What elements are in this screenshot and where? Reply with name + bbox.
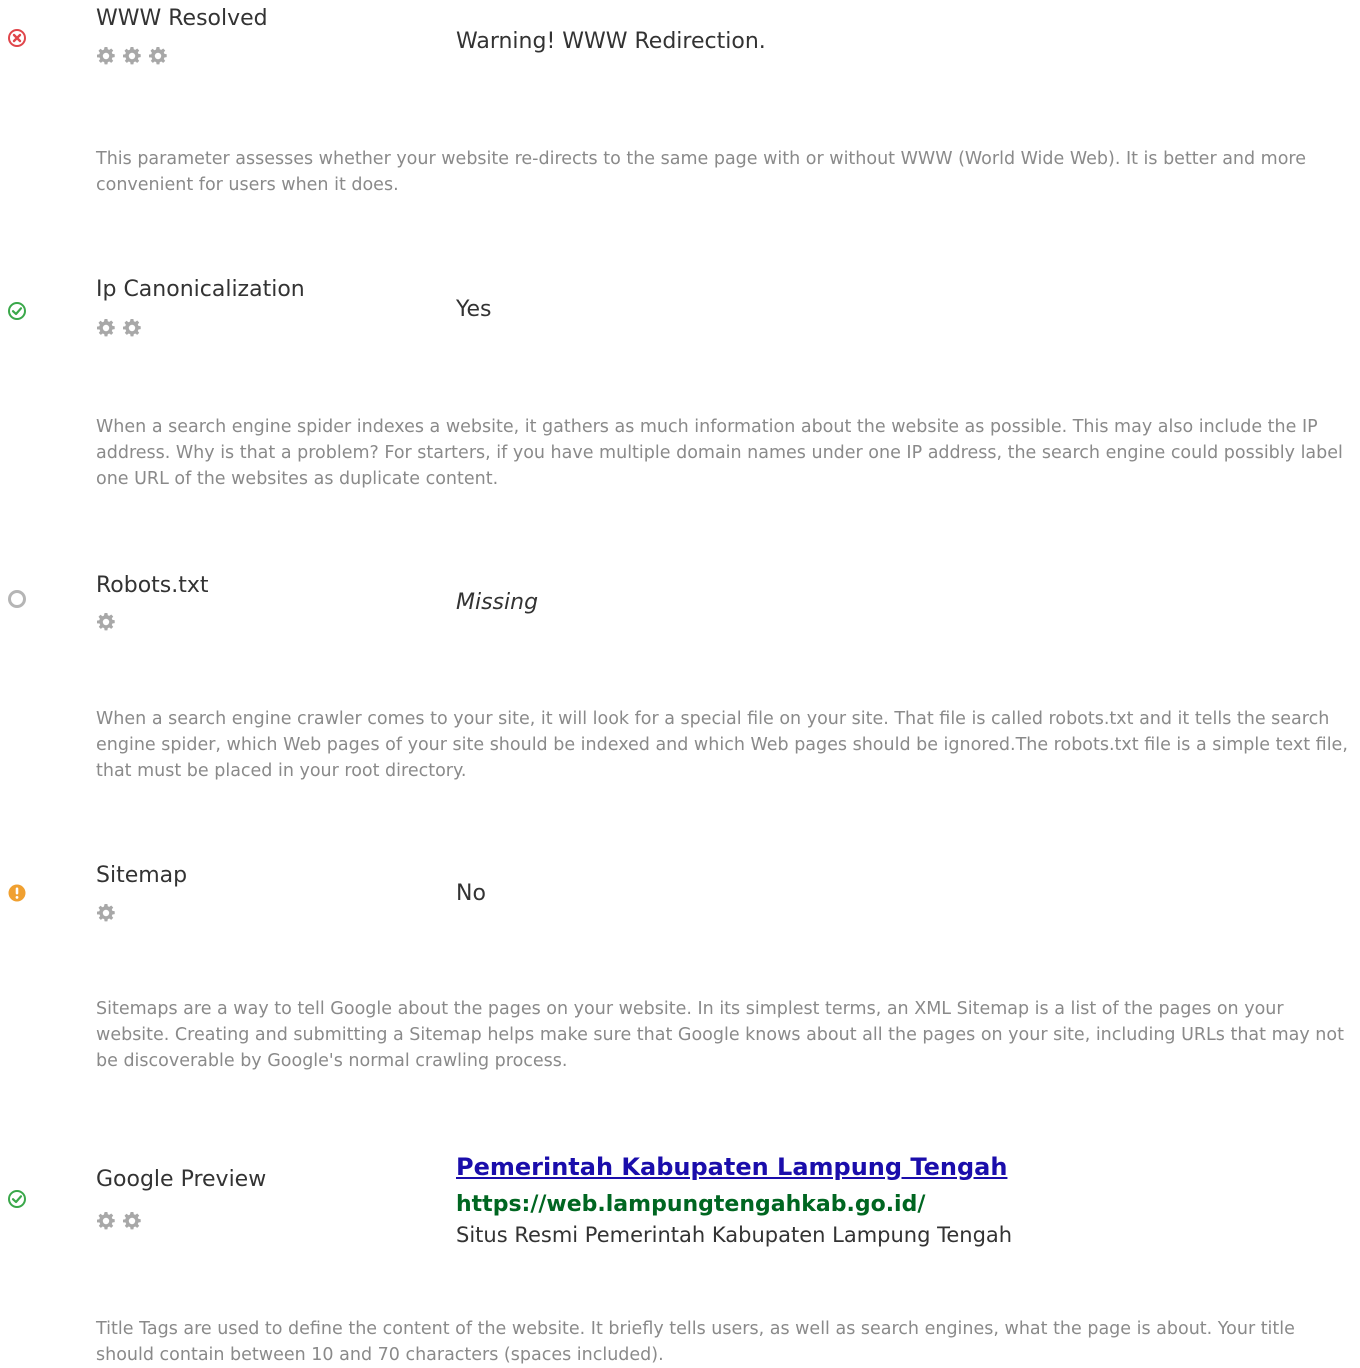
check-result: Missing bbox=[456, 590, 539, 615]
importance-rating bbox=[96, 1211, 142, 1231]
gear-icon bbox=[96, 1211, 116, 1231]
check-description: Sitemaps are a way to tell Google about … bbox=[96, 999, 1344, 1071]
check-result: No bbox=[456, 881, 486, 906]
gear-icon bbox=[148, 46, 168, 66]
check-description: When a search engine crawler comes to yo… bbox=[96, 709, 1348, 781]
check-title: Sitemap bbox=[96, 863, 188, 888]
importance-rating bbox=[96, 46, 168, 66]
check-description: Title Tags are used to define the conten… bbox=[96, 1319, 1295, 1365]
gear-icon bbox=[122, 318, 142, 338]
gear-icon bbox=[122, 1211, 142, 1231]
check-title: Robots.txt bbox=[96, 573, 209, 598]
gear-icon bbox=[122, 46, 142, 66]
check-circle-icon bbox=[8, 302, 26, 320]
check-title: Google Preview bbox=[96, 1167, 267, 1192]
neutral-circle-icon bbox=[8, 590, 26, 608]
importance-rating bbox=[96, 903, 116, 923]
check-title: Ip Canonicalization bbox=[96, 277, 305, 302]
error-x-icon bbox=[8, 29, 26, 47]
importance-rating bbox=[96, 612, 116, 632]
google-preview-description: Situs Resmi Pemerintah Kabupaten Lampung… bbox=[456, 1223, 1013, 1247]
check-result: Yes bbox=[456, 297, 492, 322]
check-result: Warning! WWW Redirection. bbox=[456, 29, 766, 54]
google-preview-title-link[interactable]: Pemerintah Kabupaten Lampung Tengah bbox=[456, 1153, 1007, 1181]
check-description: This parameter assesses whether your web… bbox=[96, 149, 1307, 195]
gear-icon bbox=[96, 903, 116, 923]
check-circle-icon bbox=[8, 1190, 26, 1208]
gear-icon bbox=[96, 318, 116, 338]
google-preview-url: https://web.lampungtengahkab.go.id/ bbox=[456, 1192, 926, 1217]
gear-icon bbox=[96, 612, 116, 632]
warning-exclamation-icon bbox=[8, 884, 26, 902]
importance-rating bbox=[96, 318, 142, 338]
gear-icon bbox=[96, 46, 116, 66]
check-title: WWW Resolved bbox=[96, 6, 268, 31]
check-description: When a search engine spider indexes a we… bbox=[96, 417, 1343, 489]
